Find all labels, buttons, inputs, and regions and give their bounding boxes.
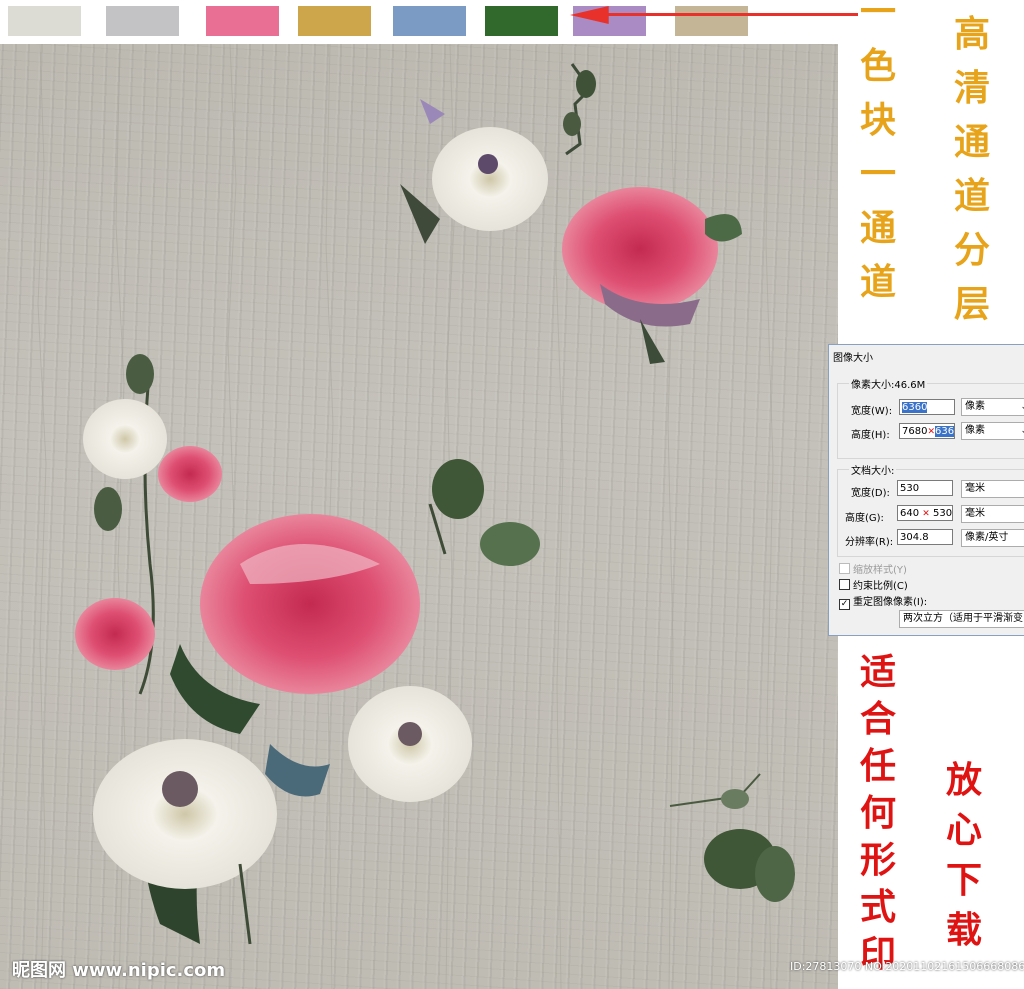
annotation-char: 道 <box>953 175 990 217</box>
pixel-dimensions-group <box>837 383 1024 459</box>
arrow-head-icon <box>570 6 609 24</box>
constrain-proportions-checkbox[interactable]: 约束比例(C) <box>839 577 908 592</box>
document-size-label: 文档大小: <box>849 462 897 477</box>
doc-width-input[interactable]: 530 <box>897 480 953 496</box>
annotation-char: 式 <box>859 886 896 928</box>
color-swatch-6 <box>485 6 558 36</box>
annotation-download-safely: 放 心 下 载 <box>942 762 986 962</box>
chevron-down-icon: ⌄ <box>1020 399 1024 415</box>
floral-illustration <box>37 44 795 989</box>
doc-width-unit-select[interactable]: 毫米 <box>961 480 1024 498</box>
white-flowers-bottom <box>93 686 472 945</box>
color-swatch-4 <box>298 6 371 36</box>
green-buds <box>428 459 540 566</box>
annotation-char: 心 <box>945 809 982 851</box>
annotation-char: 一 <box>859 153 896 195</box>
height-label: 高度(H): <box>851 430 890 441</box>
annotation-char: 分 <box>953 229 990 271</box>
color-swatch-3 <box>206 6 279 36</box>
doc-height-unit-select[interactable]: 毫米 <box>961 505 1024 523</box>
annotation-char: 色 <box>859 45 896 87</box>
annotation-hd-channel-layers: 高 清 通 道 分 层 <box>950 16 994 340</box>
color-swatch-1 <box>8 6 81 36</box>
height-value-old: 7680 <box>902 426 928 437</box>
annotation-char: 块 <box>859 99 896 141</box>
annotation-char: 清 <box>953 67 990 109</box>
resolution-label: 分辨率(R): <box>845 537 894 548</box>
annotation-char: 放 <box>945 759 982 801</box>
annotation-char: 合 <box>859 698 896 740</box>
image-id-text: ID:27813070 NO:20201102161506668086 <box>790 960 1024 973</box>
scale-styles-label: 缩放样式(Y) <box>853 565 907 576</box>
resolution-unit-select[interactable]: 像素/英寸 <box>961 529 1024 547</box>
constrain-label: 约束比例(C) <box>853 581 908 592</box>
resample-method: 两次立方（适用于平滑渐变 <box>903 613 1023 624</box>
chevron-down-icon: ⌄ <box>1020 423 1024 439</box>
doc-width-unit: 毫米 <box>965 483 985 494</box>
annotation-char: 高 <box>953 13 990 55</box>
site-watermark: 昵图网 www.nipic.com <box>12 960 226 981</box>
pixel-dimensions-label: 像素大小:46.6M <box>849 376 928 391</box>
annotation-char: 适 <box>859 651 896 693</box>
annotation-suitable-printing: 适 合 任 何 形 式 印 <box>856 654 900 983</box>
doc-height-value-old: 640 <box>900 508 920 519</box>
doc-height-value-new: 530 <box>933 508 953 519</box>
doc-width-label: 宽度(D): <box>851 488 890 499</box>
resample-label: 重定图像像素(I): <box>853 597 928 608</box>
arrow-line <box>604 13 858 16</box>
height-unit-select[interactable]: 像素 ⌄ <box>961 422 1024 440</box>
annotation-char: 通 <box>953 121 990 163</box>
doc-height-input[interactable]: 640 ✕ 530 <box>897 505 953 521</box>
doc-width-value: 530 <box>900 483 920 494</box>
strike-mark-icon: ✕ <box>922 509 930 519</box>
checkbox-box <box>839 579 850 590</box>
checkbox-box <box>839 563 850 574</box>
floral-pattern-image <box>0 44 838 989</box>
red-rose-top <box>562 63 742 364</box>
annotation-char: 载 <box>945 909 982 951</box>
height-input[interactable]: 7680✕6360 <box>899 423 955 439</box>
annotation-char: 层 <box>953 283 990 325</box>
width-unit: 像素 <box>965 401 985 412</box>
color-swatch-5 <box>393 6 466 36</box>
resolution-value: 304.8 <box>900 532 929 543</box>
annotation-char: 下 <box>945 859 982 901</box>
annotation-char: 何 <box>859 792 896 834</box>
leaves-bottom-right <box>669 773 795 902</box>
white-flower-top <box>400 99 548 244</box>
dialog-title: 图像大小 <box>833 353 873 364</box>
height-unit: 像素 <box>965 425 985 436</box>
color-swatch-8 <box>675 6 748 36</box>
annotation-char: 通 <box>859 207 896 249</box>
annotation-char: 任 <box>859 745 896 787</box>
height-value-new: 6360 <box>935 426 954 437</box>
annotation-one-color-one-channel: 一 色 块 一 通 道 <box>856 0 900 318</box>
width-value: 6360 <box>902 402 928 413</box>
resample-checkbox[interactable]: ✓ 重定图像像素(I): <box>839 593 927 610</box>
annotation-char: 一 <box>859 0 896 33</box>
resolution-unit: 像素/英寸 <box>965 532 1009 543</box>
resolution-input[interactable]: 304.8 <box>897 529 953 545</box>
width-unit-select[interactable]: 像素 ⌄ <box>961 398 1024 416</box>
checkmark-icon: ✓ <box>839 599 850 610</box>
doc-height-unit: 毫米 <box>965 508 985 519</box>
doc-height-label: 高度(G): <box>845 513 884 524</box>
color-swatch-2 <box>106 6 179 36</box>
image-size-dialog: 图像大小 像素大小:46.6M 宽度(W): 6360 像素 ⌄ 高度(H): 7… <box>828 344 1024 636</box>
scale-styles-checkbox[interactable]: 缩放样式(Y) <box>839 561 907 576</box>
annotation-char: 形 <box>859 839 896 881</box>
width-label: 宽度(W): <box>851 406 893 417</box>
left-stem-flowers <box>75 354 222 695</box>
resample-method-select[interactable]: 两次立方（适用于平滑渐变 <box>899 610 1024 628</box>
width-input[interactable]: 6360 <box>899 399 955 415</box>
strike-mark-icon: ✕ <box>927 427 935 437</box>
annotation-char: 道 <box>859 261 896 303</box>
